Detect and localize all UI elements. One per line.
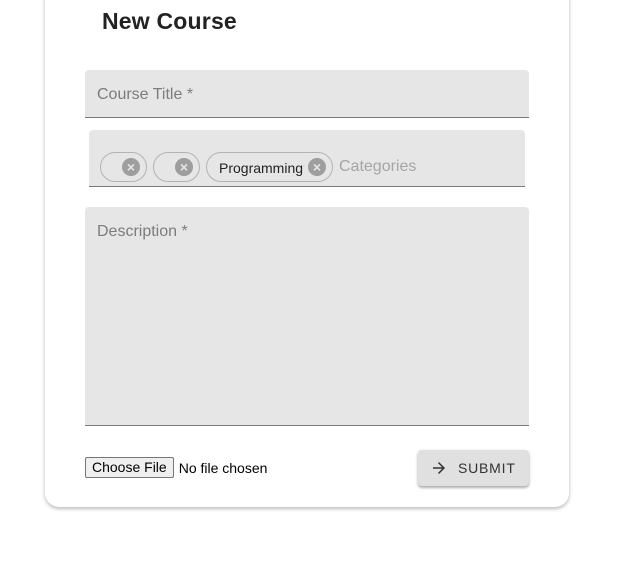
category-chip-programming[interactable]: Programming × [206,152,333,182]
submit-button[interactable]: SUBMIT [418,450,529,486]
chip-close-icon[interactable]: × [308,158,326,176]
categories-input-placeholder[interactable]: Categories [339,158,416,176]
chip-close-icon[interactable]: × [122,158,140,176]
submit-label: SUBMIT [458,460,516,476]
course-title-field[interactable]: Course Title * [85,70,529,118]
chip-close-icon[interactable]: × [175,158,193,176]
arrow-right-icon [433,462,445,474]
description-label: Description * [97,223,188,240]
category-chip[interactable]: × [100,152,147,182]
category-chip[interactable]: × [153,152,200,182]
category-chip-label: Programming [219,160,304,176]
description-field[interactable]: Description * [85,207,529,426]
file-status-text: No file chosen [178,459,268,476]
choose-file-button[interactable]: Choose File [85,457,174,478]
course-title-label: Course Title * [97,86,194,103]
categories-field[interactable]: × × Programming × Categories [89,130,525,187]
file-upload-row: Choose File No file chosen [85,457,267,478]
page-title: New Course [102,8,237,34]
